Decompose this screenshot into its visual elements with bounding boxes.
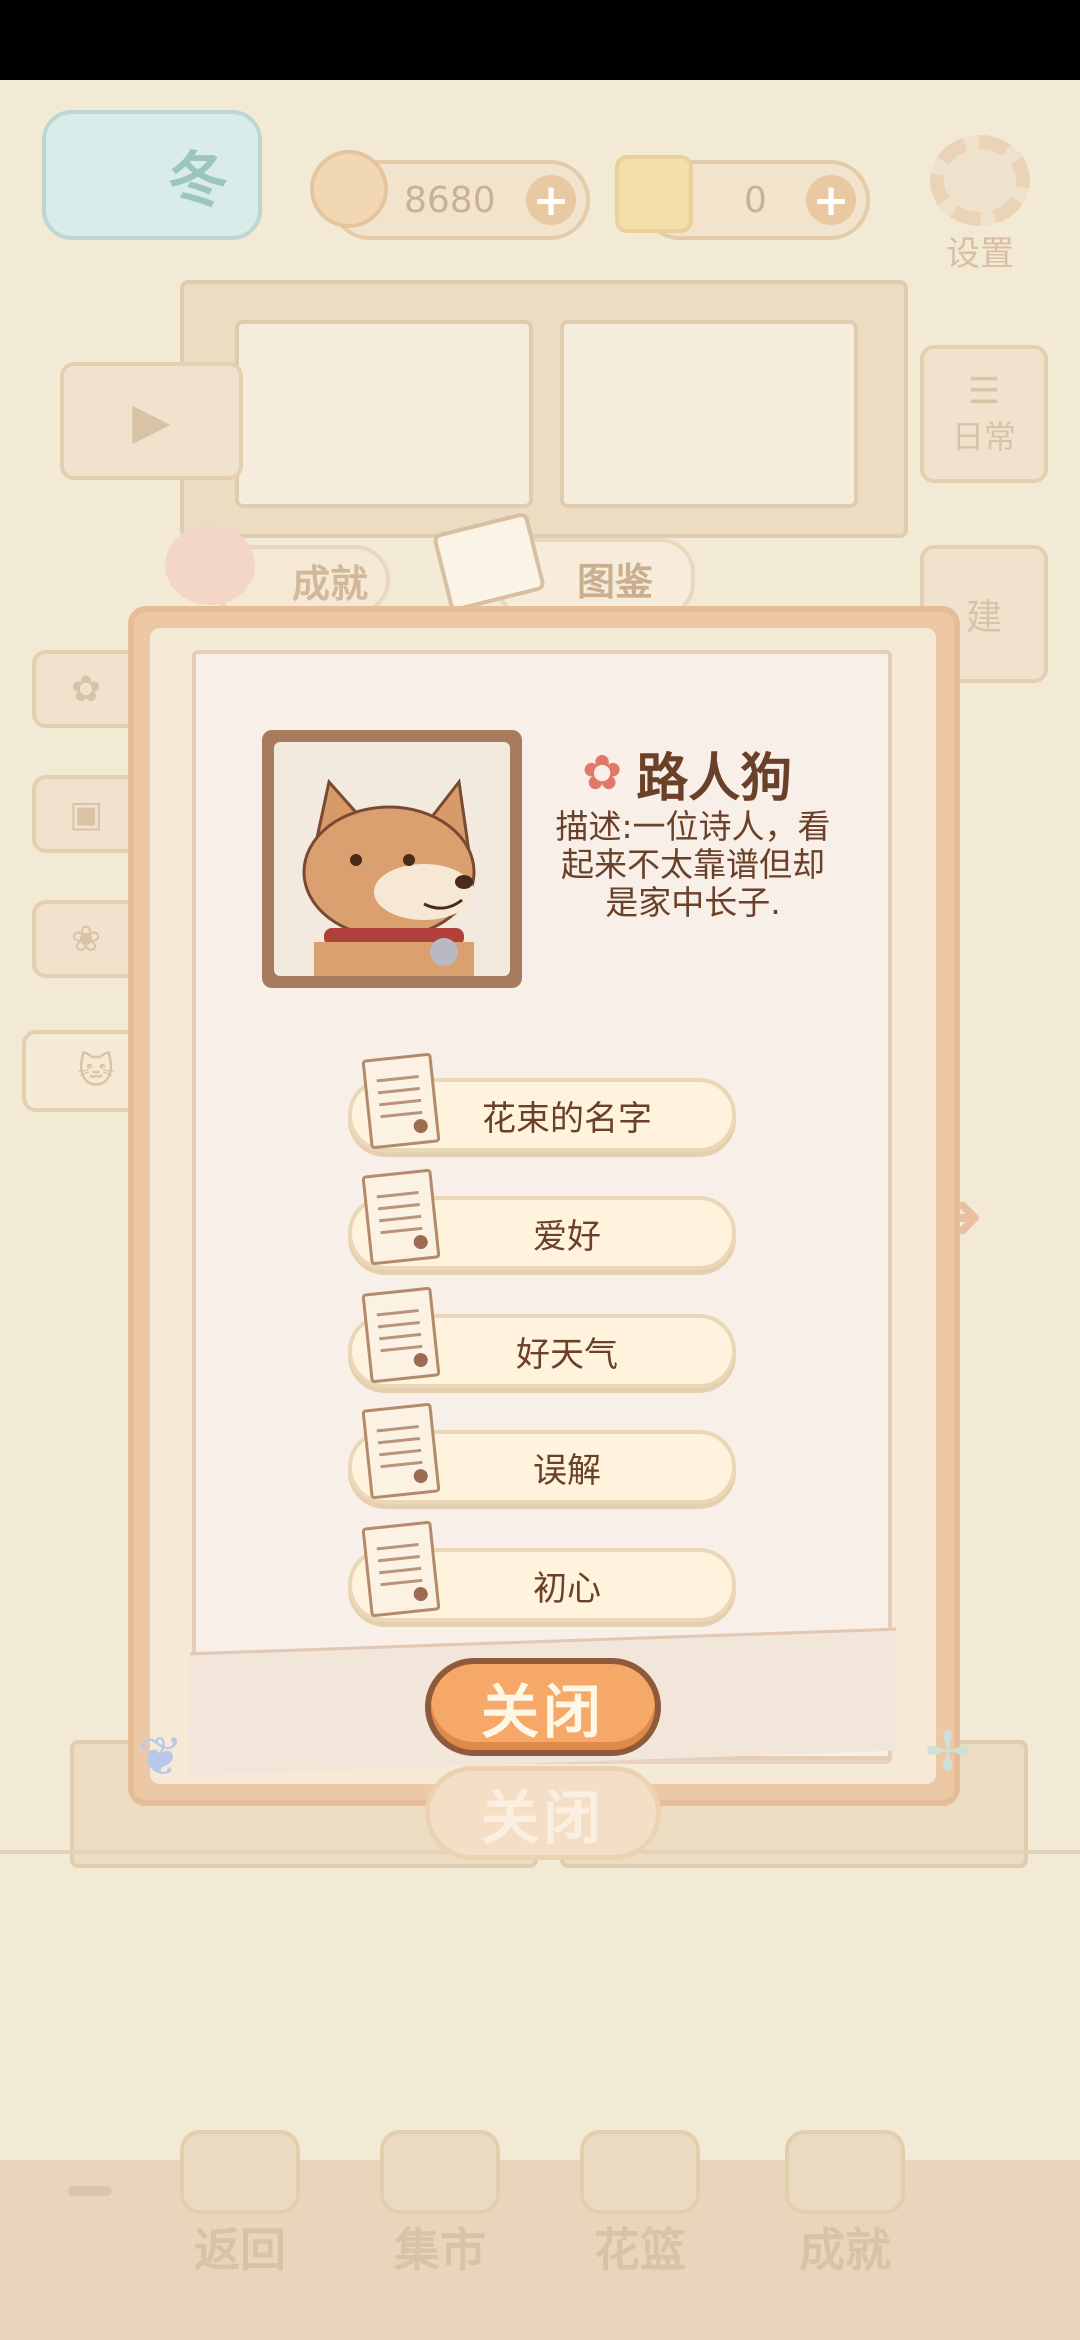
tab-collection-label: 图鉴 [576,559,653,604]
character-name: 路人狗 [636,748,793,809]
nav-market-label: 集市 [394,2223,486,2277]
play-icon: ▶ [132,392,171,450]
season-label: 冬 [168,145,228,216]
flower-icon: ✿ [70,668,102,710]
character-description: 描述:一位诗人，看起来不太靠谱但却是家中长子. [555,807,831,922]
nav-basket[interactable]: 花篮 [570,2130,710,2280]
letter-icon [361,1286,441,1384]
dragonfly-icon: ✢ [925,1720,971,1783]
story-label: 误解 [533,1450,601,1491]
settings-button[interactable]: 设置 [920,135,1040,275]
cat-icon: 🐱︎ [77,1050,115,1092]
cheese-count: 0 [744,179,767,221]
status-bar [0,0,1080,80]
side-tab-photo[interactable]: ▣ [32,775,140,853]
bouquet-icon: ❀ [70,918,102,960]
daily-label: 日常 [951,417,1016,456]
butterfly-icon: ❦ [138,1725,184,1788]
close-button[interactable]: 关闭 [425,1658,661,1756]
letter-icon [361,1520,441,1618]
fish-bone-icon [310,150,388,228]
side-tab-bouquet[interactable]: ❀ [32,900,140,978]
background-floor [0,2160,1080,2340]
trophy-icon [165,525,255,605]
close-ghost-label: 关闭 [480,1784,605,1852]
season-indicator[interactable]: 冬 [42,110,262,240]
letter-icon [361,1052,441,1150]
flower-icon: ✿ [582,745,623,801]
nav-back-label: 返回 [194,2223,286,2277]
background-cabinet-window [235,320,533,508]
add-cheese-button[interactable]: + [806,175,856,226]
nav-back[interactable]: 返回 [170,2130,310,2280]
video-ad-button[interactable]: ▶ [60,362,243,480]
letter-icon [361,1402,441,1500]
tab-achievement-label: 成就 [291,561,368,606]
side-tab-flower[interactable]: ✿ [32,650,140,728]
nav-market[interactable]: 集市 [370,2130,510,2280]
settings-label: 设置 [946,234,1014,274]
home-indicator [68,2186,112,2196]
gear-icon [930,135,1030,226]
nav-basket-label: 花篮 [594,2223,686,2277]
basket-icon [580,2130,700,2214]
build-label: 建 [965,597,1002,638]
story-label: 好天气 [516,1334,618,1375]
nav-achievement[interactable]: 成就 [775,2130,915,2280]
trophy-icon [785,2130,905,2214]
dog-icon [302,778,476,976]
fish-count: 8680 [404,179,496,221]
nav-achievement-label: 成就 [799,2223,891,2277]
close-label: 关闭 [480,1678,605,1746]
story-label: 花束的名字 [482,1098,652,1139]
letter-icon [361,1168,441,1266]
dog-portrait [274,742,510,976]
close-button-faded: 关闭 [425,1766,661,1860]
add-fish-button[interactable]: + [526,175,576,226]
story-label: 初心 [533,1568,601,1609]
photo-icon: ▣ [68,793,103,835]
character-name-row: ✿ 路人狗 [582,738,793,809]
scroll-icon: ☰ [967,370,1001,412]
story-label: 爱好 [533,1216,601,1257]
cheese-icon [615,155,693,233]
market-stall-icon [380,2130,500,2214]
back-icon [180,2130,300,2214]
background-cabinet-window [560,320,858,508]
daily-button[interactable]: ☰ 日常 [920,345,1048,483]
